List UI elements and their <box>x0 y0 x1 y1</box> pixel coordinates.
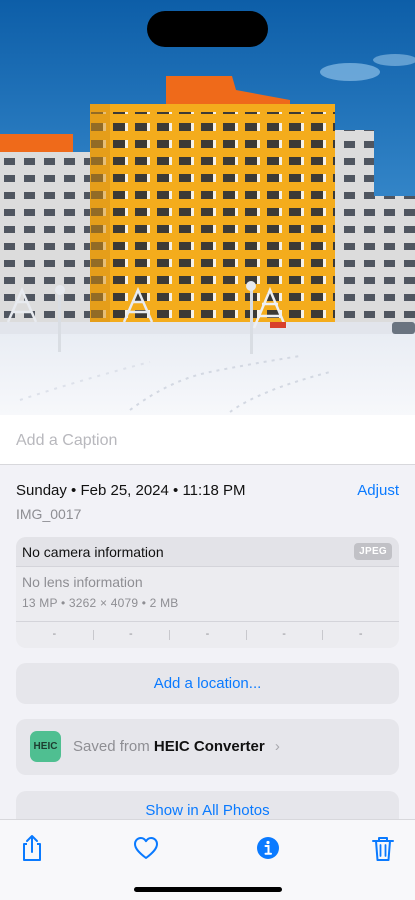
add-location-button[interactable]: Add a location... <box>16 663 399 704</box>
info-button[interactable] <box>253 833 283 863</box>
chevron-right-icon: › <box>274 738 280 755</box>
saved-from-app-name: HEIC Converter <box>153 738 265 755</box>
saved-from-prefix: Saved from <box>73 738 150 755</box>
caption-input[interactable] <box>16 429 396 453</box>
dynamic-island <box>147 11 268 47</box>
photo-datetime: Sunday • Feb 25, 2024 • 11:18 PM <box>16 482 246 499</box>
saved-from-text: Saved from HEIC Converter › <box>73 738 280 755</box>
heic-converter-app-icon: HEIC <box>30 731 61 762</box>
camera-title: No camera information <box>22 544 164 560</box>
format-badge: JPEG <box>354 543 392 560</box>
photo-filename: IMG_0017 <box>16 506 82 522</box>
exif-ev: - <box>169 622 246 648</box>
camera-info-card: No camera information JPEG No lens infor… <box>16 537 399 648</box>
trash-icon <box>372 837 394 861</box>
lens-info: No lens information <box>22 574 143 590</box>
image-specs: 13 MP • 3262 × 4079 • 2 MB <box>22 596 179 610</box>
caption-area <box>0 415 415 465</box>
home-indicator[interactable] <box>134 887 282 892</box>
share-icon <box>23 835 41 861</box>
bottom-toolbar <box>0 819 415 900</box>
photo-view[interactable] <box>0 0 415 415</box>
favorite-button[interactable] <box>131 833 161 863</box>
exif-aperture: - <box>245 622 323 648</box>
saved-from-row[interactable]: HEIC Saved from HEIC Converter › <box>16 719 399 775</box>
exif-focal-length: - <box>92 622 170 648</box>
photo-image <box>0 0 415 415</box>
heart-icon <box>134 837 158 859</box>
info-icon <box>257 837 279 859</box>
exif-shutter: - <box>322 622 399 648</box>
share-button[interactable] <box>17 833 47 863</box>
delete-button[interactable] <box>368 833 398 863</box>
exif-row: - - - - - <box>16 621 399 648</box>
exif-iso: - <box>52 628 57 640</box>
camera-info-header: No camera information JPEG <box>16 537 399 567</box>
adjust-button[interactable]: Adjust <box>357 482 399 499</box>
